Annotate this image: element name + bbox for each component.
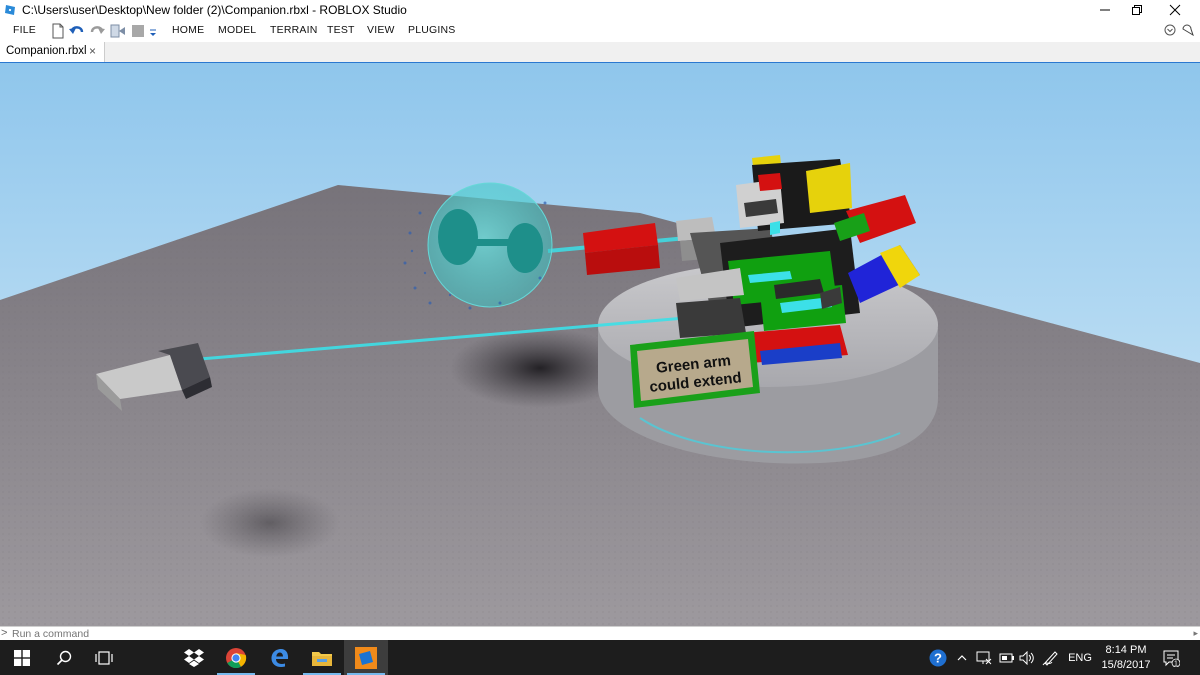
document-tab[interactable]: Companion.rbxl ×	[0, 42, 105, 62]
command-input[interactable]	[12, 627, 1182, 640]
battery-tray-button[interactable]	[998, 649, 1016, 667]
file-menu[interactable]: FILE	[13, 24, 36, 36]
speaker-icon	[1019, 651, 1034, 665]
tab-model[interactable]: MODEL	[218, 24, 256, 36]
search-icon	[56, 650, 72, 665]
window-title: C:\Users\user\Desktop\New folder (2)\Com…	[22, 3, 407, 17]
chevron-up-icon	[957, 655, 967, 661]
ribbon-menu-bar: FILE HOME MODEL TERRAIN TEST VIEW PLUGIN…	[0, 20, 1200, 42]
taskbar-app-chrome[interactable]	[214, 640, 258, 675]
taskbar-search-button[interactable]	[42, 640, 86, 675]
taskbar-clock[interactable]: 8:14 PM 15/8/2017	[1098, 643, 1154, 673]
show-hidden-icons-button[interactable]	[955, 649, 969, 667]
help-circle-icon: ?	[929, 649, 947, 667]
close-tab-icon[interactable]: ×	[89, 44, 96, 58]
command-prompt-glyph: >	[1, 627, 8, 639]
taskbar-app-edge[interactable]	[258, 640, 302, 675]
roblox-studio-app-icon	[5, 5, 15, 15]
notification-icon: 1	[1163, 650, 1180, 667]
3d-viewport[interactable]: Green arm could extend	[0, 63, 1200, 626]
roblox-studio-icon	[355, 646, 377, 669]
close-window-button[interactable]	[1152, 0, 1198, 20]
command-bar: > ▸	[0, 626, 1200, 641]
restore-icon	[1132, 5, 1142, 15]
pen-icon	[1042, 651, 1058, 666]
title-bar: C:\Users\user\Desktop\New folder (2)\Com…	[0, 0, 1200, 20]
file-explorer-icon	[312, 651, 332, 666]
redo-icon[interactable]	[89, 23, 105, 39]
document-tab-strip: Companion.rbxl ×	[0, 42, 1200, 64]
tab-home[interactable]: HOME	[172, 24, 204, 36]
scroll-right-icon[interactable]: ▸	[1193, 628, 1198, 639]
edge-icon	[271, 648, 289, 667]
volume-tray-button[interactable]	[1018, 649, 1036, 667]
clock-date: 15/8/2017	[1101, 659, 1151, 671]
tab-test[interactable]: TEST	[327, 24, 355, 36]
notification-count: 1	[1174, 661, 1178, 667]
help-tray-button[interactable]: ?	[928, 649, 948, 667]
windows-start-icon	[14, 649, 30, 666]
language-indicator[interactable]: ENG	[1066, 649, 1094, 667]
help-icon[interactable]	[1182, 24, 1194, 36]
battery-icon	[999, 653, 1014, 663]
taskbar-app-file-explorer[interactable]	[300, 640, 344, 675]
chrome-icon	[226, 647, 247, 668]
scene-render: Green arm could extend	[0, 63, 1200, 626]
network-icon	[976, 651, 992, 665]
task-view-icon	[95, 650, 113, 665]
ribbon-collapse-chevron-icon[interactable]	[1164, 24, 1176, 36]
close-icon	[1169, 4, 1181, 16]
undo-icon[interactable]	[69, 23, 85, 39]
start-button[interactable]	[0, 640, 44, 675]
customize-dropdown-icon[interactable]	[147, 23, 159, 39]
stop-icon[interactable]	[130, 23, 146, 39]
document-tab-label: Companion.rbxl	[6, 45, 87, 57]
task-view-button[interactable]	[82, 640, 126, 675]
clock-time: 8:14 PM	[1105, 644, 1147, 656]
svg-text:?: ?	[934, 651, 942, 666]
deploy-icon[interactable]	[110, 23, 126, 39]
windows-taskbar: ? ENG 8:14 PM 15/8/2017 1	[0, 640, 1200, 675]
action-center-button[interactable]: 1	[1160, 649, 1182, 667]
network-tray-button[interactable]	[975, 649, 993, 667]
taskbar-app-dropbox[interactable]	[172, 640, 216, 675]
tab-view[interactable]: VIEW	[367, 24, 395, 36]
pen-tray-button[interactable]	[1041, 649, 1061, 667]
new-file-icon[interactable]	[50, 23, 66, 39]
tab-terrain[interactable]: TERRAIN	[270, 24, 318, 36]
tab-plugins[interactable]: PLUGINS	[408, 24, 456, 36]
taskbar-app-roblox-studio[interactable]	[344, 640, 388, 675]
minimize-icon	[1100, 9, 1110, 11]
dropbox-icon	[184, 648, 204, 667]
